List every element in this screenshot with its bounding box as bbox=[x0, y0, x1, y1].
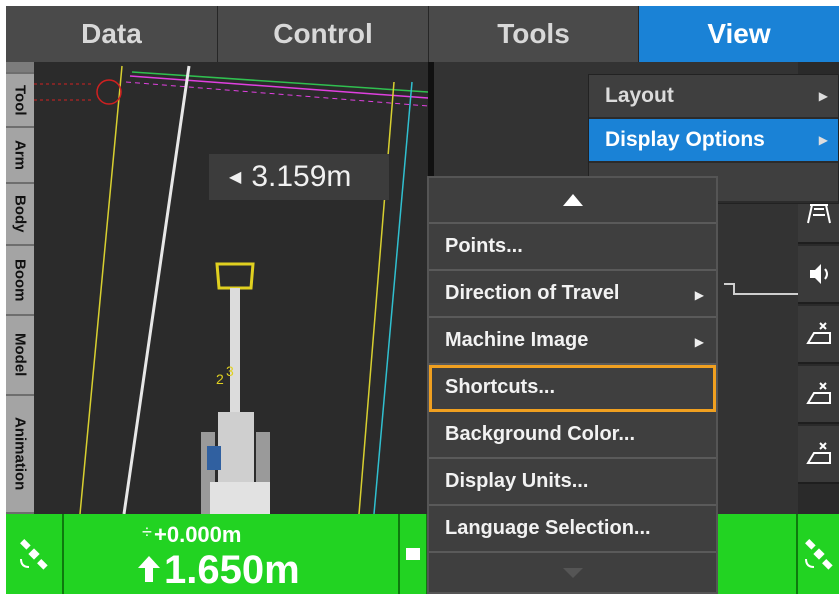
menu-item-label: Display Options bbox=[605, 128, 765, 151]
side-tab-model[interactable]: Model bbox=[6, 316, 34, 396]
menu-item-shortcuts[interactable]: Shortcuts... bbox=[429, 365, 716, 412]
main-tab-bar: Data Control Tools View bbox=[6, 6, 839, 62]
status-cell-icon[interactable] bbox=[400, 514, 428, 594]
menu-item-label: Display Units... bbox=[445, 470, 589, 492]
side-tab-label: Boom bbox=[11, 258, 29, 302]
gnss-status-left[interactable] bbox=[6, 514, 64, 594]
side-tab-arm[interactable]: Arm bbox=[6, 128, 34, 184]
side-tab-label: Model bbox=[11, 333, 29, 377]
scroll-down-button[interactable] bbox=[429, 553, 716, 593]
submenu-arrow-icon: ▶ bbox=[818, 133, 828, 147]
distance-value: 3.159m bbox=[251, 160, 352, 193]
height-delta-value: +0.000m bbox=[154, 522, 242, 547]
menu-item-label: Shortcuts... bbox=[445, 376, 556, 398]
menu-item-points[interactable]: Points... bbox=[429, 224, 716, 271]
side-tab-scroll[interactable] bbox=[6, 62, 34, 74]
svg-text:2: 2 bbox=[216, 371, 224, 387]
side-tab-animation[interactable]: Animation bbox=[6, 396, 34, 514]
gnss-status-right[interactable] bbox=[798, 514, 839, 594]
menu-item-label: Machine Image bbox=[445, 329, 589, 351]
display-options-menu: Points... Direction of Travel ▶ Machine … bbox=[427, 176, 718, 594]
tab-control[interactable]: Control bbox=[218, 6, 429, 62]
status-cell-right[interactable] bbox=[718, 514, 798, 594]
submenu-arrow-icon: ▶ bbox=[694, 288, 704, 302]
side-tab-bar: Tool Arm Body Boom Model Animation bbox=[6, 62, 34, 514]
satellite-icon bbox=[20, 539, 48, 570]
submenu-arrow-icon: ▶ bbox=[818, 89, 828, 103]
menu-item-label: Background Color... bbox=[445, 423, 636, 445]
menu-item-machine-image[interactable]: Machine Image ▶ bbox=[429, 318, 716, 365]
satellite-icon bbox=[804, 539, 833, 570]
side-tab-label: Arm bbox=[11, 139, 29, 170]
side-tab-label: Animation bbox=[11, 417, 29, 491]
machine-guidance-app: Data Control Tools View Tool Arm Body Bo… bbox=[6, 6, 839, 594]
target-edit-icon[interactable] bbox=[798, 366, 839, 424]
side-tab-label: Body bbox=[11, 195, 29, 233]
height-value: 1.650m bbox=[164, 548, 300, 592]
distance-readout: ◀ 3.159m bbox=[209, 154, 389, 200]
svg-text:3: 3 bbox=[226, 363, 234, 379]
speaker-icon[interactable] bbox=[798, 246, 839, 304]
chevron-up-icon bbox=[562, 194, 583, 206]
menu-item-label: Language Selection... bbox=[445, 517, 651, 539]
side-tab-body[interactable]: Body bbox=[6, 184, 34, 246]
menu-item-layout[interactable]: Layout ▶ bbox=[589, 75, 838, 119]
menu-item-label: Points... bbox=[445, 235, 523, 257]
up-arrow-icon bbox=[138, 556, 160, 582]
scroll-up-button[interactable] bbox=[429, 178, 716, 224]
left-arrow-icon: ◀ bbox=[229, 169, 242, 186]
chevron-down-icon bbox=[562, 568, 583, 578]
side-tab-label: Tool bbox=[11, 84, 29, 116]
target-edit-icon[interactable] bbox=[798, 306, 839, 364]
tab-data[interactable]: Data bbox=[6, 6, 218, 62]
menu-item-language-selection[interactable]: Language Selection... bbox=[429, 506, 716, 553]
height-readout[interactable]: ÷ +0.000m 1.650m bbox=[64, 514, 400, 594]
tab-tools[interactable]: Tools bbox=[429, 6, 639, 62]
menu-item-background-color[interactable]: Background Color... bbox=[429, 412, 716, 459]
menu-item-label: Layout bbox=[605, 84, 674, 107]
tab-view[interactable]: View bbox=[639, 6, 839, 62]
menu-item-display-options[interactable]: Display Options ▶ bbox=[589, 119, 838, 163]
menu-item-direction-of-travel[interactable]: Direction of Travel ▶ bbox=[429, 271, 716, 318]
design-surface-lines: 2 3 bbox=[34, 65, 428, 514]
card-icon bbox=[406, 548, 420, 560]
submenu-arrow-icon: ▶ bbox=[694, 335, 704, 349]
target-edit-icon[interactable] bbox=[798, 426, 839, 484]
menu-item-display-units[interactable]: Display Units... bbox=[429, 459, 716, 506]
side-tab-tool[interactable]: Tool bbox=[6, 74, 34, 128]
menu-item-label: Direction of Travel bbox=[445, 282, 620, 304]
side-tab-boom[interactable]: Boom bbox=[6, 246, 34, 316]
delta-icon: ÷ bbox=[142, 522, 152, 542]
plan-view-map[interactable]: 2 3 ◀ 3.159m bbox=[34, 62, 428, 514]
